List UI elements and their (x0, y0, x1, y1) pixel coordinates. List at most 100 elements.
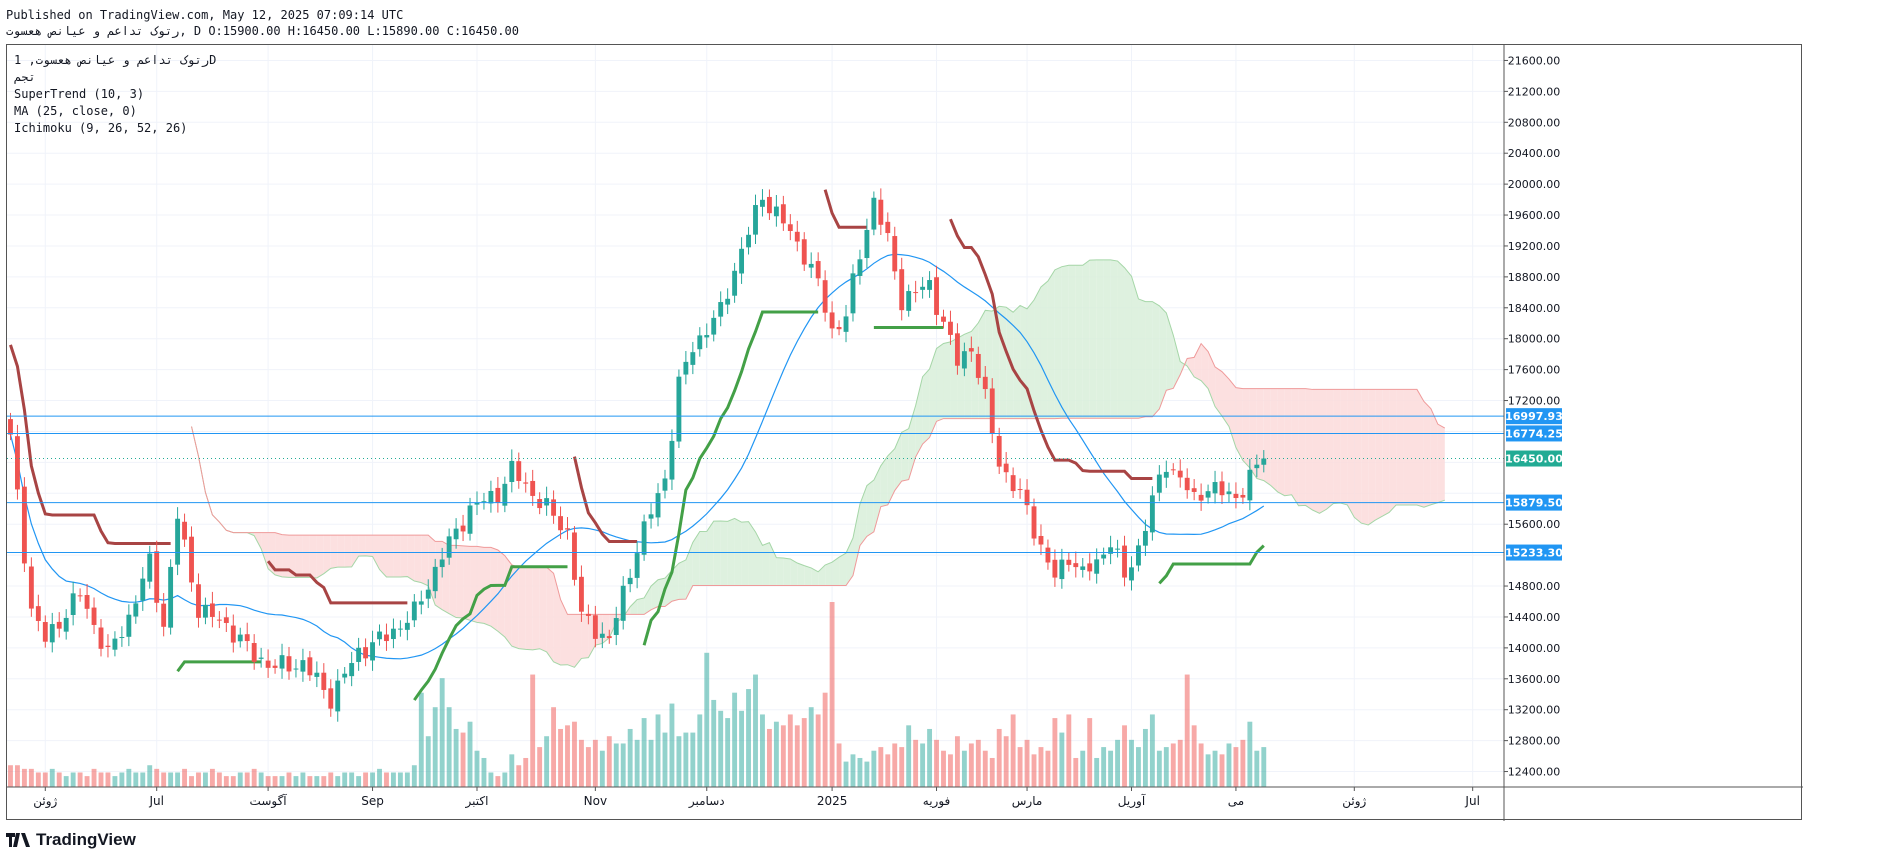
legend-ichimoku[interactable]: Ichimoku (9, 26, 52, 26) (14, 120, 216, 137)
candle-body-154 (1080, 566, 1086, 570)
level-label-1: 16774.25 (1505, 425, 1563, 442)
candle-body-64 (453, 528, 459, 540)
candle-7 (56, 612, 62, 638)
volume-bar-62 (439, 678, 445, 787)
candle-114 (801, 232, 807, 271)
candle-99 (697, 327, 703, 357)
candle-body-77 (544, 498, 550, 506)
cloud-segment-171 (1382, 389, 1390, 517)
volume-bar-104 (732, 692, 738, 787)
volume-bar-162 (1136, 747, 1141, 787)
candle-body-101 (711, 317, 717, 335)
volume-bar-100 (704, 652, 710, 787)
legend-ma[interactable]: MA (25, close, 0) (14, 103, 216, 120)
candle-37 (265, 649, 271, 678)
tradingview-logo-icon (6, 833, 30, 847)
candle-body-13 (98, 627, 104, 649)
volume-bar-45 (321, 776, 327, 787)
volume-bar-35 (251, 768, 257, 787)
volume-bar-166 (1163, 747, 1169, 787)
candle-body-89 (627, 577, 633, 585)
candle-143 (1003, 452, 1009, 483)
candle-body-67 (474, 502, 480, 505)
cloud-segment-129 (1089, 259, 1097, 419)
candle-body-93 (655, 493, 661, 518)
candle-body-168 (1177, 470, 1183, 478)
legend-supertrend[interactable]: SuperTrend (10, 3) (14, 86, 216, 103)
candle-body-163 (1142, 530, 1148, 546)
candle-body-76 (537, 499, 543, 509)
candle-body-83 (585, 613, 591, 616)
volume-bar-19 (140, 772, 146, 787)
candle-21 (154, 540, 160, 613)
candle-76 (537, 492, 543, 515)
candle-body-119 (836, 327, 842, 330)
candle-body-125 (878, 199, 884, 225)
time-tick-label-11: می (1228, 794, 1244, 808)
volume-bar-8 (63, 776, 69, 787)
volume-bar-33 (237, 772, 243, 787)
volume-bar-48 (342, 772, 348, 787)
candle-165 (1156, 465, 1162, 502)
cloud-segment-127 (1075, 265, 1083, 419)
candle-167 (1170, 463, 1176, 475)
tradingview-brand[interactable]: TradingView (6, 830, 136, 850)
volume-bar-140 (982, 750, 988, 787)
cloud-segment-75 (713, 520, 721, 586)
candle-118 (829, 301, 835, 339)
time-tick-label-4: اکتبر (465, 794, 489, 809)
candle-body-142 (996, 435, 1002, 467)
volume-bar-52 (370, 772, 375, 787)
cloud-segment-144 (1194, 343, 1202, 381)
volume-bar-85 (599, 750, 605, 787)
volume-bar-135 (948, 754, 953, 787)
candle-body-56 (397, 628, 403, 630)
candle-body-111 (780, 204, 786, 224)
volume-bar-95 (669, 703, 675, 787)
candle-170 (1191, 479, 1197, 501)
candle-0 (8, 412, 13, 441)
candle-body-144 (1010, 475, 1016, 492)
supertrend-segment-1 (176, 660, 262, 673)
candle-126 (885, 212, 891, 242)
volume-bar-137 (961, 750, 967, 787)
cloud-segment-49 (532, 567, 540, 650)
price-tick-label-13: 17600.00 (1508, 364, 1561, 377)
candle-body-122 (857, 259, 863, 276)
candle-body-178 (1247, 469, 1253, 501)
candle-43 (307, 651, 313, 681)
volume-bar-66 (467, 721, 473, 787)
candle-body-133 (934, 277, 939, 315)
chart-frame[interactable]: 16997.93 16774.25 15879.50 15233.30 16450.00… (6, 44, 1803, 821)
cloud-segment-97 (866, 480, 874, 537)
candle-body-177 (1240, 494, 1246, 498)
last-price-label-text: 16450.00 (1505, 453, 1563, 466)
volume-bar-6 (49, 768, 55, 787)
candle-41 (293, 659, 299, 678)
volume-bar-112 (787, 714, 793, 787)
price-chart[interactable]: 16997.93 16774.25 15879.50 15233.30 16450.00… (7, 45, 1803, 821)
volume-bar-5 (42, 772, 48, 787)
symbol-ohlc-line: رتوک تداعم و عیانص هعسوت, D O:15900.00 H… (6, 24, 519, 38)
candle-body-165 (1156, 474, 1162, 493)
candle-body-27 (196, 584, 201, 618)
candle-body-170 (1191, 488, 1197, 492)
candle-2 (21, 477, 27, 572)
candle-body-113 (794, 231, 800, 242)
candle-128 (899, 257, 905, 321)
cloud-segment-122 (1040, 281, 1048, 419)
candle-173 (1212, 470, 1218, 504)
cloud-segment-125 (1061, 265, 1069, 419)
volume-bar-154 (1080, 750, 1086, 787)
chart-legend: رتوک تداعم و عیانص هعسوت, 1D تجم SuperTr… (14, 52, 216, 137)
legend-title[interactable]: رتوک تداعم و عیانص هعسوت, 1D (14, 52, 216, 69)
candle-body-103 (725, 298, 731, 305)
candle-body-8 (63, 617, 69, 632)
candle-body-52 (370, 642, 375, 661)
volume-bar-4 (35, 772, 41, 787)
volume-bar-131 (920, 743, 926, 787)
candle-4 (35, 594, 41, 632)
cloud-segment-134 (1124, 267, 1132, 419)
volume-bar-24 (175, 772, 181, 787)
candle-8 (63, 609, 69, 640)
